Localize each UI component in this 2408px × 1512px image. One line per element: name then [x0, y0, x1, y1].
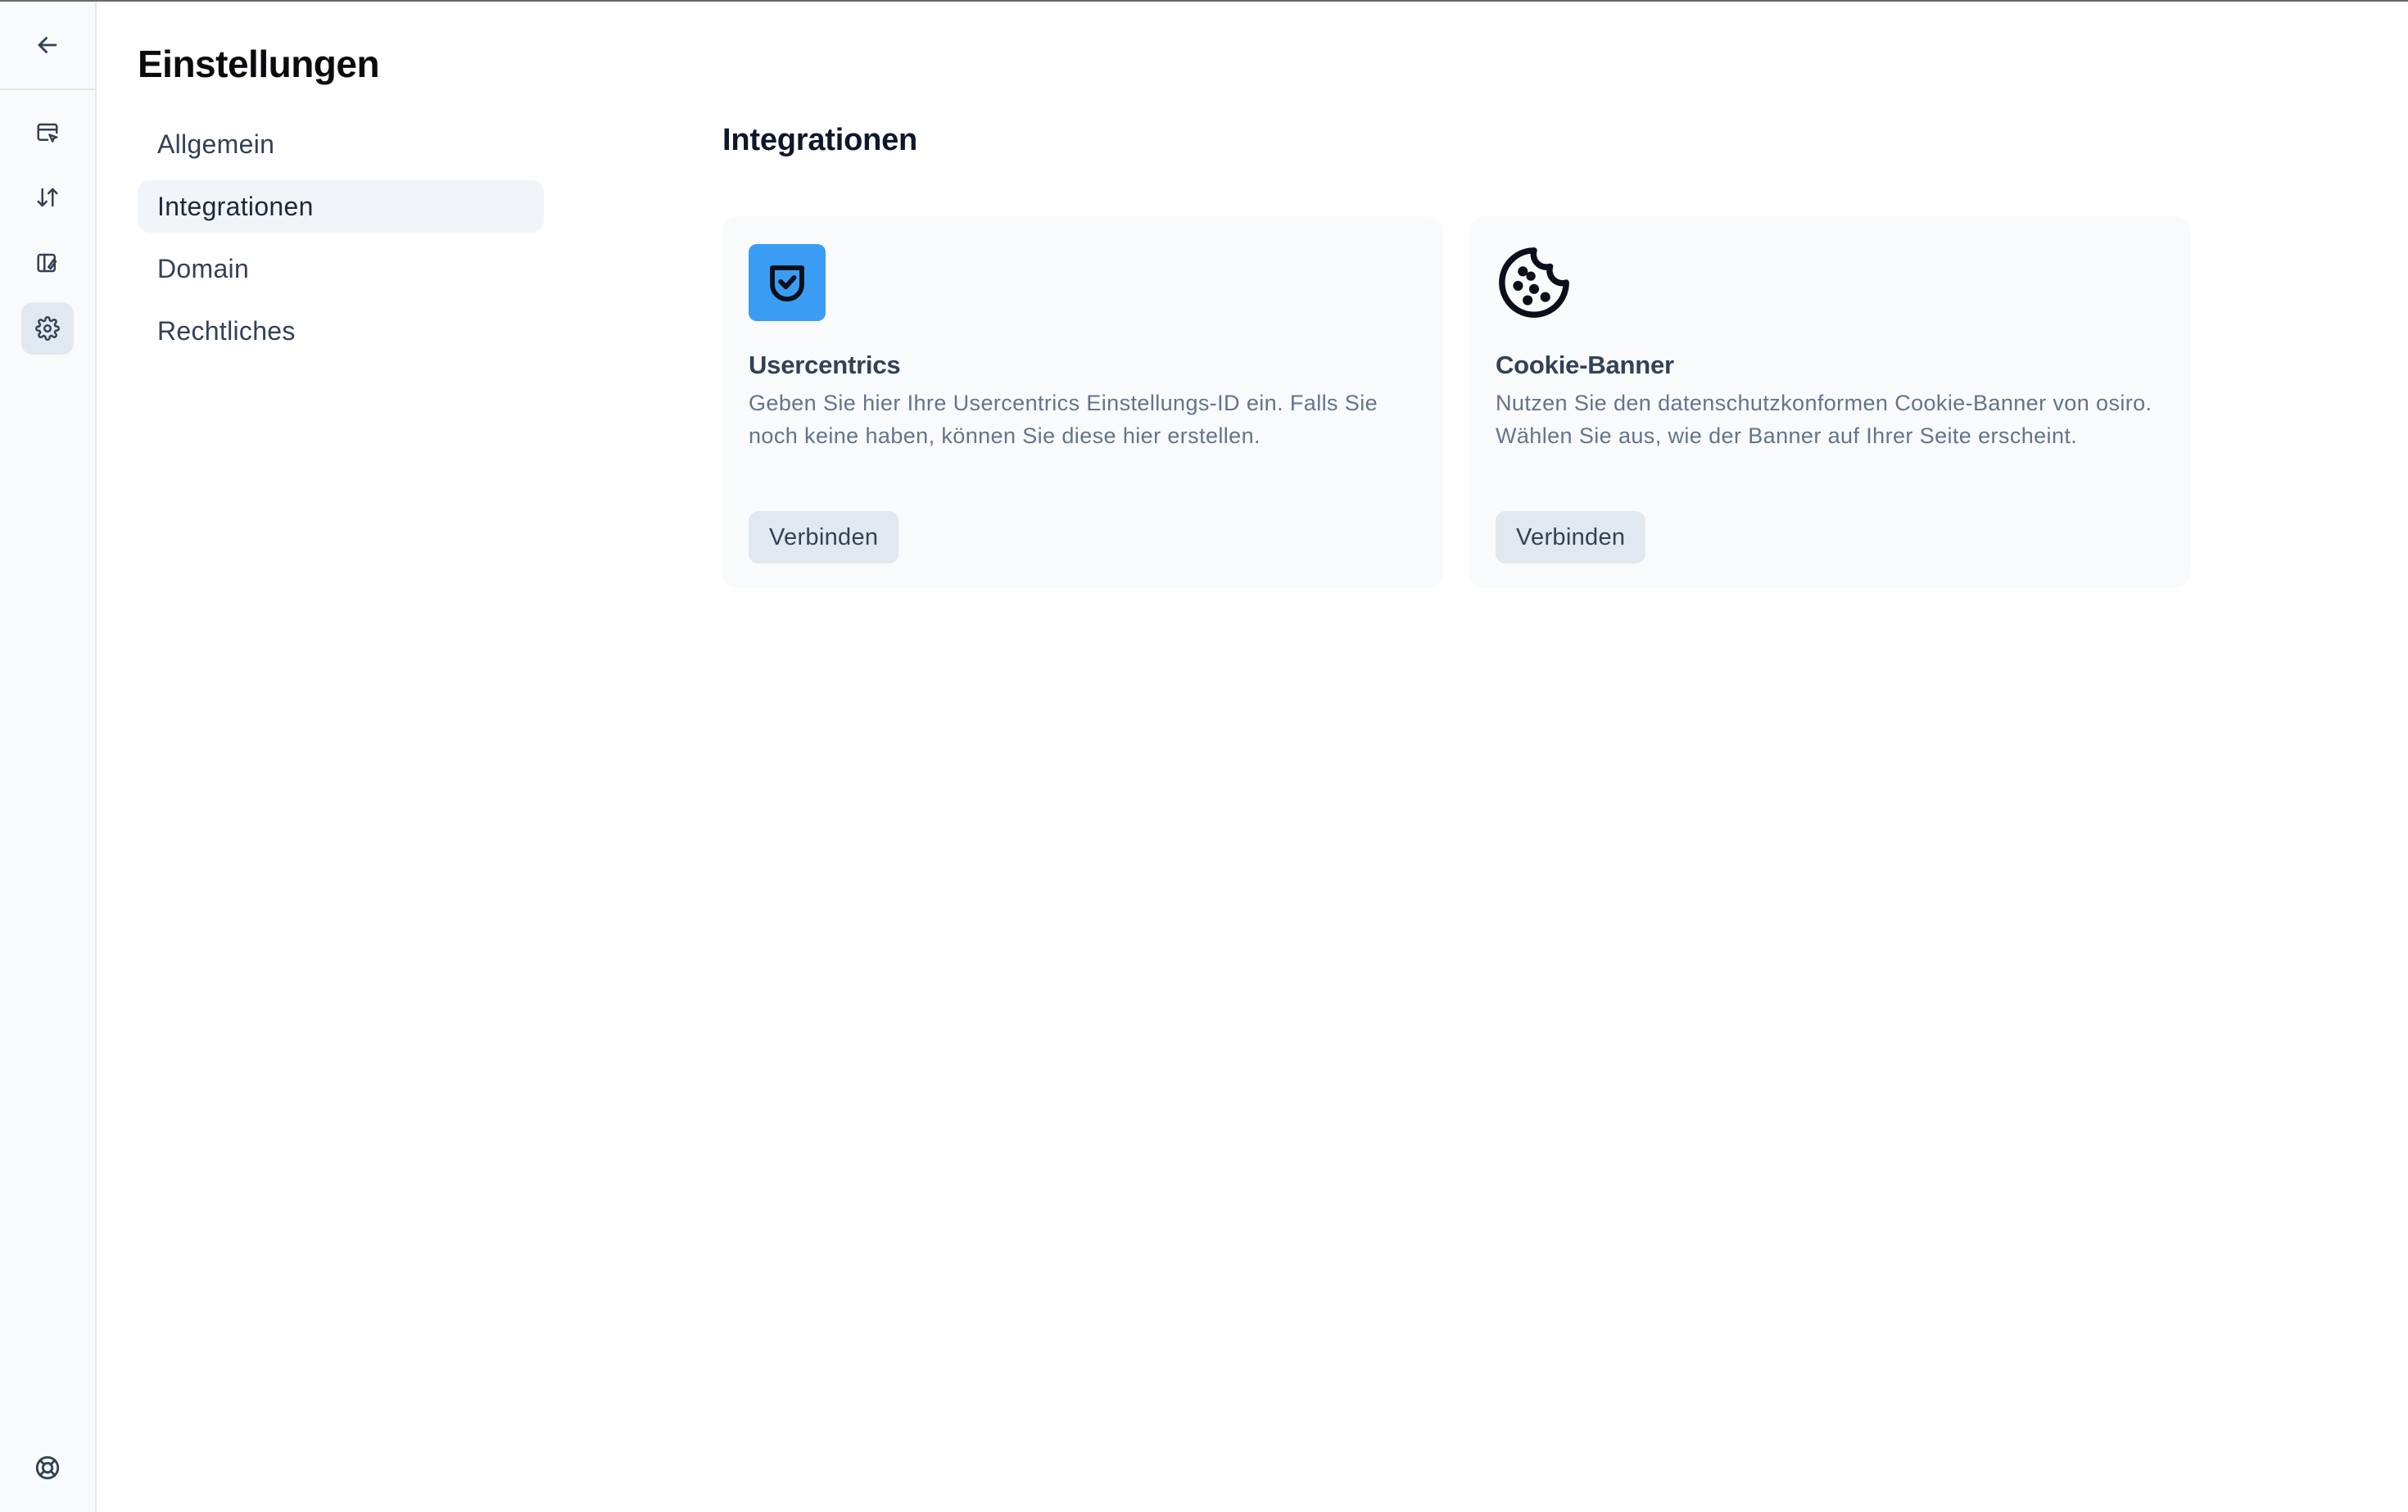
back-button[interactable] — [0, 2, 95, 90]
usercentrics-logo — [749, 244, 826, 321]
card-title: Cookie-Banner — [1496, 351, 1674, 379]
card-title: Usercentrics — [749, 351, 901, 379]
connect-usercentrics-button[interactable]: Verbinden — [749, 511, 899, 564]
arrows-up-down-icon — [35, 185, 60, 210]
usercentrics-shield-icon — [749, 244, 826, 321]
nav-item-rechtliches[interactable]: Rechtliches — [138, 305, 544, 357]
gear-icon — [35, 316, 60, 341]
rail-item-design[interactable] — [21, 237, 74, 289]
nav-item-domain[interactable]: Domain — [138, 242, 544, 295]
rail-item-help[interactable] — [21, 1442, 74, 1494]
layout-brush-icon — [35, 251, 60, 275]
arrow-left-icon — [34, 31, 61, 59]
rail-item-sorting[interactable] — [21, 171, 74, 224]
settings-nav: Allgemein Integrationen Domain Rechtlich… — [138, 118, 544, 367]
cookie-icon — [1496, 244, 1573, 321]
integration-card-cookie-banner: Cookie-Banner Nutzen Sie den datenschutz… — [1469, 216, 2190, 588]
nav-item-allgemein[interactable]: Allgemein — [138, 118, 544, 170]
page-title: Einstellungen — [138, 43, 380, 85]
connect-cookie-banner-button[interactable]: Verbinden — [1496, 511, 1646, 564]
card-description: Nutzen Sie den datenschutzkonformen Cook… — [1496, 391, 2152, 448]
nav-item-integrationen[interactable]: Integrationen — [138, 180, 544, 233]
card-description: Geben Sie hier Ihre Usercentrics Einstel… — [749, 391, 1378, 448]
rail-item-settings[interactable] — [21, 302, 74, 355]
browser-cursor-icon — [35, 120, 60, 145]
section-title: Integrationen — [722, 123, 918, 157]
window-top-border — [0, 0, 2408, 2]
lifebuoy-icon — [34, 1454, 61, 1482]
rail-item-pages[interactable] — [21, 106, 74, 159]
integration-card-usercentrics: Usercentrics Geben Sie hier Ihre Usercen… — [722, 216, 1443, 588]
icon-rail — [0, 2, 97, 1512]
